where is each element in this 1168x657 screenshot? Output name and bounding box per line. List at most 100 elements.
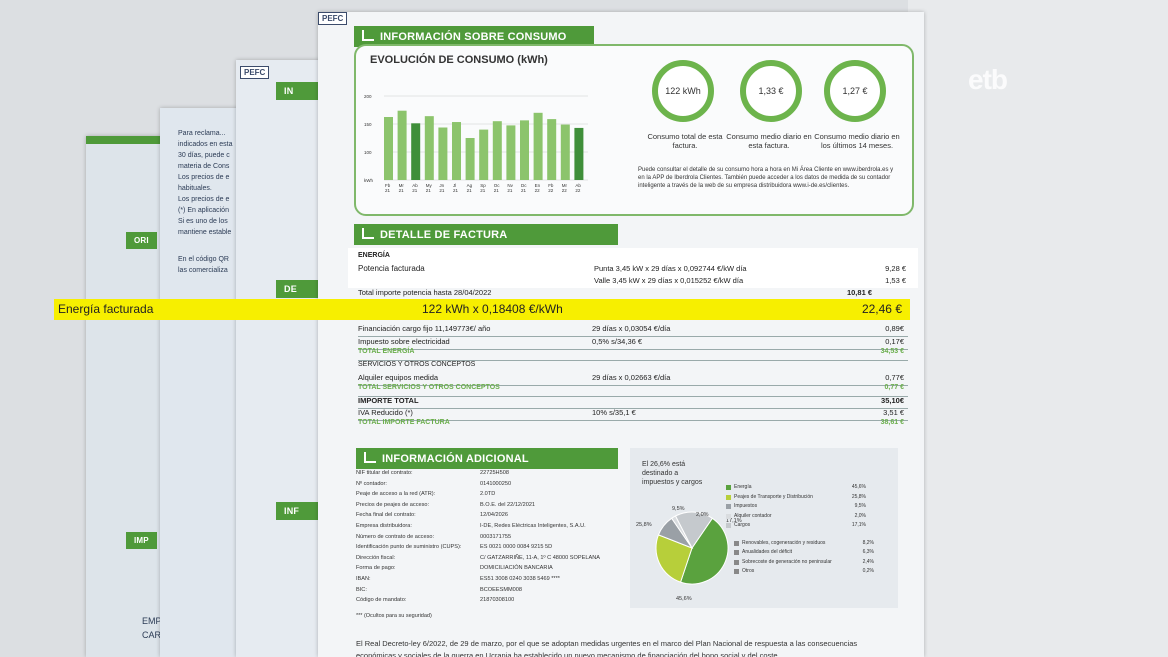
adicional-note: *** (Ocultos para su seguridad) (356, 613, 432, 619)
chart-bar (492, 121, 502, 180)
adicional-key: Número de contrato de acceso: (356, 533, 435, 540)
legend-label: Sobrecoste de generación no peninsular (742, 558, 832, 565)
legend-value: 9,5% (854, 503, 866, 509)
legend-item: Cargos 17,1% (726, 522, 886, 531)
adicional-row: Código de mandato: 21870308100 (356, 597, 616, 607)
adicional-value: 2.0TD (480, 491, 496, 498)
legend-swatch (734, 569, 739, 574)
distribution-panel: El 26,6% está destinado a impuestos y ca… (630, 448, 898, 608)
background-stripe (908, 0, 1168, 657)
adicional-key: Forma de pago: (356, 565, 396, 572)
legend-label: Energía (734, 484, 752, 490)
valle-formula: Valle 3,45 kW x 29 días x 0,015252 €/kW … (594, 276, 744, 285)
back-page-line: mantiene estable (178, 229, 232, 236)
kpi-daily-circle: 1,33 € (740, 60, 802, 122)
adicional-key: BIC: (356, 586, 367, 593)
adicional-key: Identificación punto de suministro (CUPS… (356, 544, 462, 551)
punta-formula: Punta 3,45 kW x 29 días x 0,092744 €/kW … (594, 264, 747, 273)
back-page-line: materia de Cons (178, 163, 230, 170)
back-page-line: (*) En aplicación (178, 207, 229, 214)
pie-label: 25,8% (636, 522, 652, 528)
adicional-value: 22725H508 (480, 470, 509, 476)
chart-icon (364, 452, 376, 463)
legend-value: 45,6% (851, 484, 866, 490)
chart-bar (506, 125, 516, 180)
chart-xtick-label: 21 (385, 188, 391, 193)
adicional-key: Precios de peajes de acceso: (356, 501, 430, 508)
adicional-key: IBAN: (356, 576, 371, 582)
back-section-imp: IMP (126, 532, 157, 549)
legend-item: Energía 45,6% (726, 484, 886, 493)
section-detalle-header: DETALLE DE FACTURA (354, 224, 618, 245)
chart-xtick-label: 21 (480, 188, 486, 193)
back-page-line: Los precios de e (178, 174, 230, 181)
legend-swatch (726, 523, 731, 528)
adicional-value: I-DE, Redes Eléctricas Inteligentes, S.A… (480, 523, 586, 529)
chart-xtick-label: 22 (575, 188, 581, 193)
section-adicional-header: INFORMACIÓN ADICIONAL (356, 448, 618, 469)
adicional-row: Dirección fiscal: C/ GATZARRIÑE, 11-A, 1º… (356, 555, 616, 565)
back-logo: PEFC (240, 66, 270, 79)
kpi-daily-label: Consumo medio diario en esta factura. (726, 132, 812, 150)
chart-bar (411, 123, 421, 180)
back-page-line: 30 días, puede c (178, 152, 230, 159)
total-energia-row: TOTAL ENERGÍA 34,53 € (358, 348, 908, 361)
adicional-row: Empresa distribuidora: I-DE, Redes Eléctr… (356, 523, 616, 533)
energia-facturada-highlight: Energía facturada 122 kWh x 0,18408 €/kW… (54, 299, 910, 320)
energia-label: Energía facturada (58, 302, 154, 316)
adicional-row: Precios de peajes de acceso: B.O.E. del 2… (356, 502, 616, 512)
legend-label: Otros (742, 568, 755, 574)
chart-bar (533, 112, 543, 180)
pie-label: 45,6% (676, 596, 692, 602)
legend-swatch (734, 540, 739, 546)
legend-item: Sobrecoste de generación no peninsular 2,… (734, 559, 894, 568)
adicional-value: C/ GATZARRIÑE, 11-A, 1º C 48000 SOPELANA (480, 554, 600, 561)
adicional-key: NIF titular del contrato: (356, 470, 413, 476)
back-label-emp: EMP (142, 616, 162, 626)
adicional-value: 0003171755 (480, 533, 512, 540)
kpi-avg-label: Consumo medio diario en los últimos 14 m… (814, 132, 900, 150)
chart-ytick-label: 200 (364, 94, 372, 99)
legend-item: Peajes de Transporte y Distribución 25,8% (726, 494, 886, 503)
chart-ytick-label: kWh (364, 178, 373, 183)
legend-label: Cargos (734, 522, 751, 528)
legend-item: Renovables, cogeneración y residuos 8,2% (734, 540, 894, 549)
chart-xtick-label: 21 (426, 188, 432, 193)
back-page-line: Los precios de e (178, 196, 230, 203)
valle-value: 1,53 € (885, 276, 906, 285)
legend-value: 6,3% (862, 549, 874, 555)
back-section-ori: ORI (126, 232, 157, 249)
chart-bar (465, 138, 475, 180)
chart-bar (520, 120, 529, 180)
back-page-line: las comercializa (178, 267, 228, 274)
adicional-key: Nº contador: (356, 480, 387, 487)
legend-item: Otros 0,2% (734, 568, 894, 577)
pie-label: 2,0% (696, 512, 709, 518)
adicional-key: Empresa distribuidora: (356, 523, 412, 529)
legend-value: 8,2% (862, 539, 874, 546)
adicional-row: BIC: BCOEESMM008 (356, 587, 616, 597)
energia-formula: 122 kWh x 0,18408 €/kWh (422, 302, 563, 316)
chart-bar (384, 117, 393, 180)
chart-xtick-label: 22 (562, 188, 568, 193)
back-page-line: Para reclama... (178, 130, 226, 137)
kpi-avg-circle: 1,27 € (824, 60, 886, 122)
legend-item: Impuestos 9,5% (726, 503, 886, 512)
consult-note: Puede consultar el detalle de su consumo… (638, 167, 894, 189)
footer-paragraph: El Real Decreto-ley 6/2022, de 29 de mar… (356, 639, 858, 657)
chart-bar (479, 129, 489, 180)
pefc-logo: PEFC (318, 12, 348, 25)
pie-intro: El 26,6% está destinado a impuestos y ca… (642, 461, 703, 486)
chart-bar (424, 116, 434, 180)
potencia-overlay: ENERGÍA Potencia facturada Punta 3,45 kW… (348, 248, 918, 288)
consumo-bar-chart: 200150100kWhFb21Mr21Ab21My21Jn21Jl21Ag21… (364, 94, 588, 193)
kpi-total-label: Consumo total de esta factura. (647, 132, 723, 150)
energia-head: ENERGÍA (358, 252, 390, 259)
back-page-line: indicados en esta (178, 141, 233, 148)
legend-swatch (726, 504, 731, 509)
chart-xtick-label: 21 (399, 188, 405, 193)
channel-logo: etb (968, 64, 1008, 95)
adicional-key: Fecha final del contrato: (356, 512, 416, 519)
chart-bar (452, 122, 461, 180)
chart-xtick-label: 22 (535, 188, 541, 193)
